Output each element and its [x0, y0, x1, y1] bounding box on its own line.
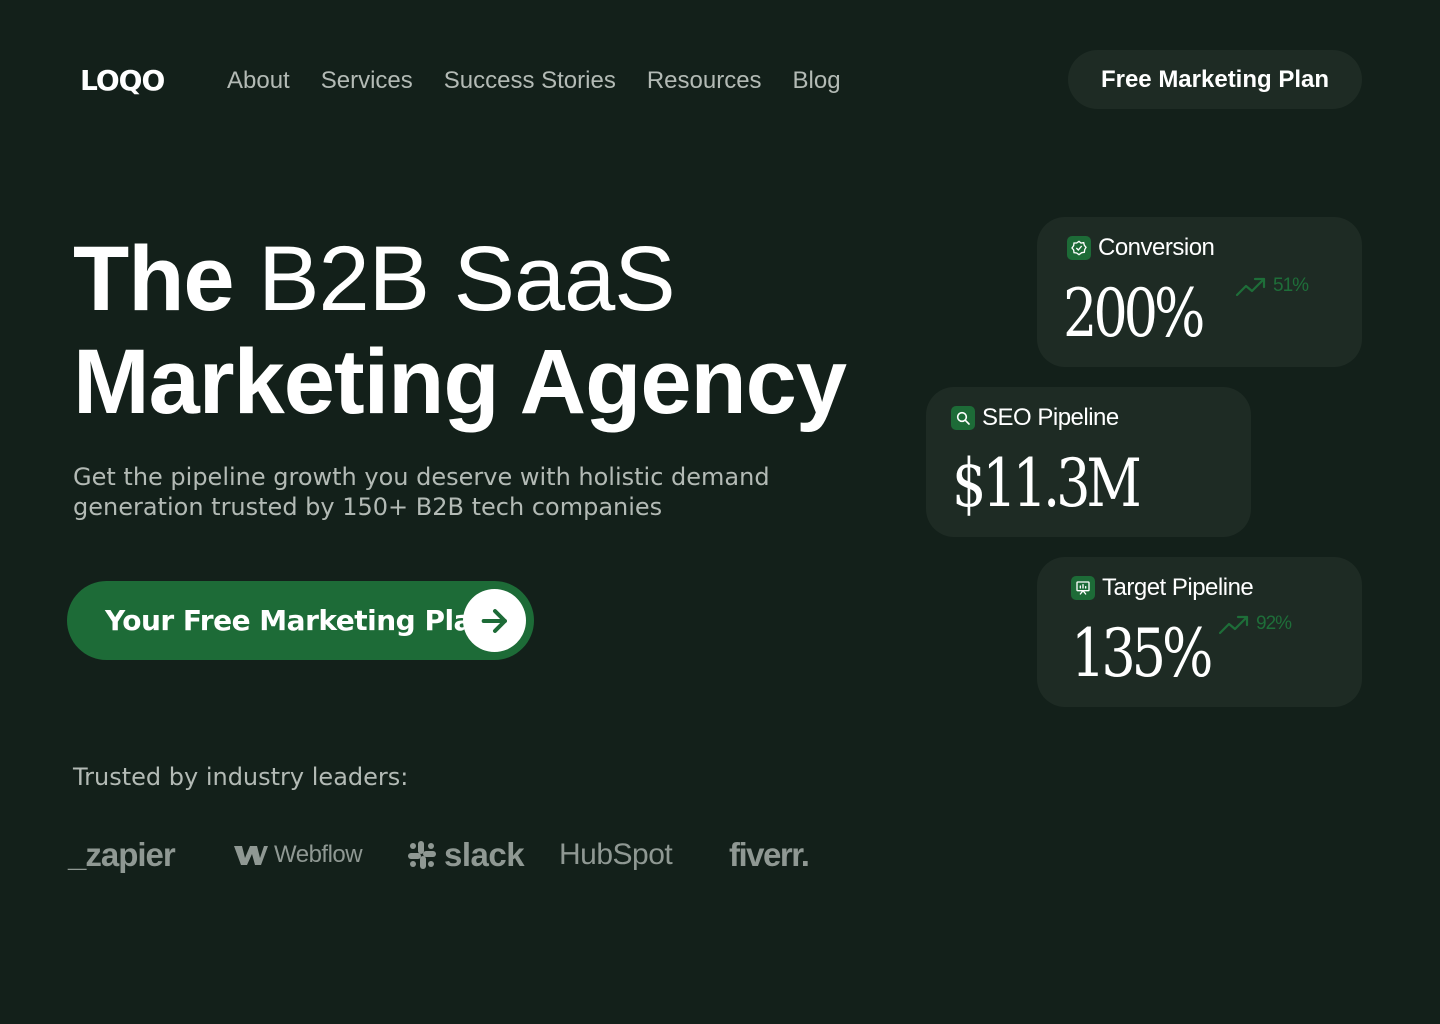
trend-indicator: 51%: [1235, 275, 1309, 297]
fiverr-logo: fiverr.: [729, 836, 810, 873]
nav-link-services[interactable]: Services: [321, 66, 413, 96]
search-icon: [951, 406, 975, 430]
nav-link-resources[interactable]: Resources: [647, 66, 762, 96]
zapier-logo-text: _zapier: [68, 836, 176, 873]
stat-card-seo-pipeline: SEO Pipeline $11.3M: [926, 387, 1251, 537]
stat-card-header: Target Pipeline: [1071, 574, 1254, 602]
stat-card-header: SEO Pipeline: [951, 404, 1119, 432]
site-logo[interactable]: LOQO: [80, 66, 165, 96]
stat-value: 135%: [1071, 615, 1213, 692]
hero-title-the: The: [73, 228, 235, 330]
zapier-logo: _zapier: [68, 836, 176, 873]
stat-label: Target Pipeline: [1102, 574, 1254, 601]
main-nav: About Services Success Stories Resources…: [227, 66, 841, 96]
trusted-label: Trusted by industry leaders:: [73, 763, 409, 791]
presentation-chart-icon: [1071, 576, 1095, 600]
nav-link-blog[interactable]: Blog: [793, 66, 841, 96]
trend-value: 92%: [1256, 613, 1292, 634]
webflow-logo-text: Webflow: [274, 841, 363, 868]
fiverr-logo-text: fiverr.: [729, 836, 810, 873]
hubspot-logo-text: HubSpot: [559, 838, 673, 871]
hero-subtitle: Get the pipeline growth you deserve with…: [73, 463, 770, 521]
slack-logo: slack: [406, 836, 525, 873]
stat-label: Conversion: [1098, 234, 1215, 261]
stat-label: SEO Pipeline: [982, 404, 1119, 431]
free-marketing-plan-button[interactable]: Free Marketing Plan: [1068, 50, 1362, 109]
trend-value: 51%: [1273, 275, 1309, 296]
stat-card-header: Conversion: [1067, 234, 1215, 262]
stat-card-conversion: Conversion 200% 51%: [1037, 217, 1362, 367]
stat-value: $11.3M: [952, 445, 1142, 522]
trend-indicator: 92%: [1218, 613, 1292, 635]
trending-up-icon: [1235, 277, 1266, 297]
stat-card-target-pipeline: Target Pipeline 135% 92%: [1037, 557, 1362, 707]
your-free-marketing-plan-button[interactable]: Your Free Marketing Plan: [67, 581, 534, 660]
arrow-right-icon: [463, 589, 526, 652]
brand-logos: _zapier Webflow slack HubSpot fiverr.: [68, 830, 828, 880]
slack-mark-icon: [408, 841, 436, 869]
stat-value: 200%: [1063, 275, 1205, 352]
trending-up-icon: [1218, 615, 1249, 635]
webflow-mark-icon: [234, 846, 268, 865]
hubspot-logo: HubSpot: [559, 838, 673, 872]
hero-cta-label: Your Free Marketing Plan: [105, 604, 492, 637]
nav-link-success-stories[interactable]: Success Stories: [444, 66, 616, 96]
nav-link-about[interactable]: About: [227, 66, 290, 96]
hero-title-line2: Marketing Agency: [73, 331, 847, 433]
slack-logo-text: slack: [444, 836, 525, 873]
hero-title: The B2B SaaS Marketing Agency: [73, 228, 847, 434]
badge-check-icon: [1067, 236, 1091, 260]
webflow-logo: Webflow: [234, 838, 363, 872]
hero-title-b2b-saas: B2B SaaS: [258, 228, 676, 330]
